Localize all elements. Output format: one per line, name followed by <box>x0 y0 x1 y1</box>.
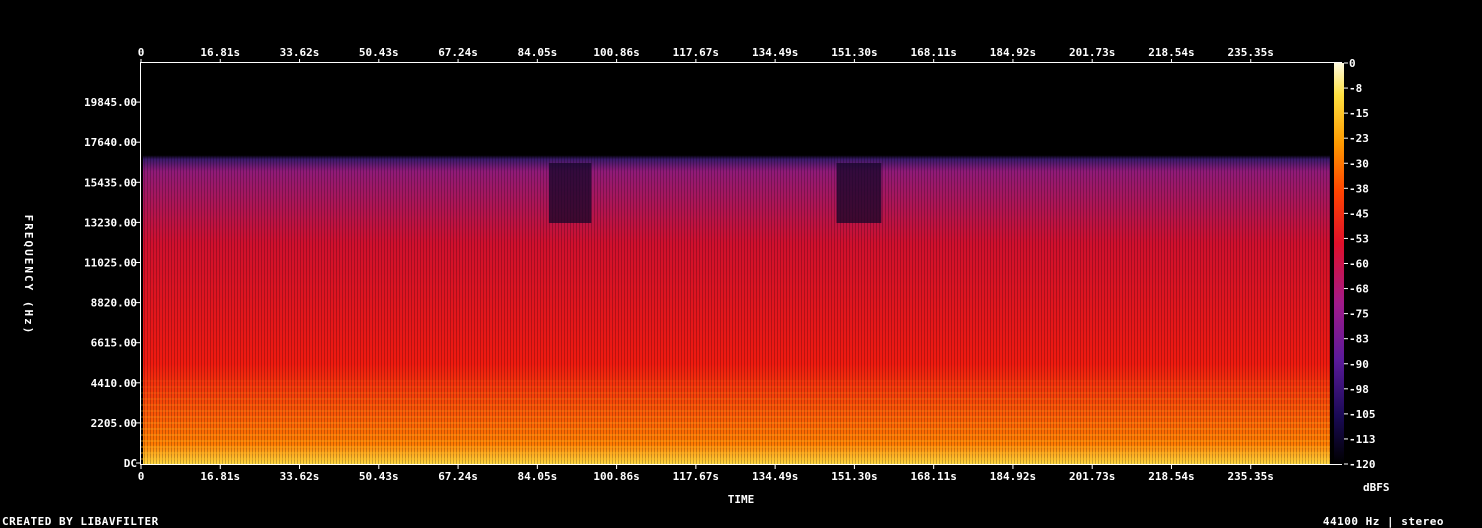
harmonic-band <box>141 416 1330 418</box>
colorbar-tick-label: -68 <box>1349 283 1369 296</box>
y-tick-label: DC <box>124 457 137 470</box>
y-tick-label: 2205.00 <box>91 417 137 430</box>
y-tick-label: 15435.00 <box>84 176 137 189</box>
colorbar-tick-label: -38 <box>1349 182 1369 195</box>
colorbar-tick-label: -90 <box>1349 358 1369 371</box>
colorbar-tick-label: -113 <box>1349 433 1376 446</box>
harmonic-band <box>141 422 1330 424</box>
x-tick-label-top: 168.11s <box>910 46 956 59</box>
quiet-segment <box>548 163 592 223</box>
harmonic-band <box>141 380 1330 382</box>
harmonic-band <box>141 434 1330 436</box>
footer-format: 44100 Hz | stereo <box>1322 515 1444 528</box>
harmonic-band <box>141 410 1330 412</box>
spectrogram-chart: 0 16.81s 33.62s 50.43s 67.24s 84.05s 100.86s 11… <box>22 46 1390 506</box>
y-tick-label: 17640.00 <box>84 136 137 149</box>
x-tick-label-bottom: 117.67s <box>673 470 719 483</box>
x-tick-label-bottom: 235.35s <box>1228 470 1274 483</box>
x-tick-label-top: 16.81s <box>200 46 240 59</box>
colorbar <box>1334 63 1344 464</box>
colorbar-tick-label: -75 <box>1349 308 1369 321</box>
quiet-segment <box>836 163 882 223</box>
x-axis-label: TIME <box>728 493 755 506</box>
colorbar-tick-label: -83 <box>1349 333 1369 346</box>
x-tick-label-top: 134.49s <box>752 46 798 59</box>
x-tick-label-bottom: 84.05s <box>517 470 557 483</box>
x-tick-label-bottom: 134.49s <box>752 470 798 483</box>
harmonic-band <box>141 386 1330 388</box>
y-tick-label: 8820.00 <box>91 297 137 310</box>
colorbar-tick-label: -120 <box>1349 458 1376 471</box>
y-axis-label: FREQUENCY (Hz) <box>22 215 35 336</box>
colorbar-tick-label: -45 <box>1349 207 1369 220</box>
x-tick-label-bottom: 0 <box>138 470 145 483</box>
x-tick-label-top: 0 <box>138 46 145 59</box>
colorbar-tick-label: -60 <box>1349 258 1369 271</box>
x-tick-label-bottom: 67.24s <box>438 470 478 483</box>
colorbar-tick-label: -98 <box>1349 383 1369 396</box>
y-tick-label: 11025.00 <box>84 257 137 270</box>
colorbar-tick-label: -23 <box>1349 132 1369 145</box>
colorbar-tick-label: -30 <box>1349 157 1369 170</box>
x-tick-label-top: 184.92s <box>990 46 1036 59</box>
y-tick-label: 13230.00 <box>84 216 137 229</box>
x-tick-label-top: 67.24s <box>438 46 478 59</box>
x-tick-label-top: 84.05s <box>517 46 557 59</box>
y-tick-label: 4410.00 <box>91 377 137 390</box>
x-tick-label-bottom: 201.73s <box>1069 470 1115 483</box>
harmonic-band <box>141 404 1330 406</box>
harmonic-band <box>141 440 1330 442</box>
harmonic-band <box>141 398 1330 400</box>
x-tick-label-top: 100.86s <box>593 46 639 59</box>
harmonic-band <box>141 392 1330 394</box>
x-tick-label-top: 33.62s <box>280 46 320 59</box>
x-tick-label-bottom: 100.86s <box>593 470 639 483</box>
harmonic-band <box>141 446 1330 448</box>
colorbar-tick-label: 0 <box>1349 57 1356 70</box>
colorbar-tick-label: -8 <box>1349 82 1362 95</box>
x-tick-label-bottom: 168.11s <box>910 470 956 483</box>
colorbar-tick-label: -53 <box>1349 232 1369 245</box>
harmonic-band <box>141 458 1330 460</box>
x-tick-label-bottom: 33.62s <box>280 470 320 483</box>
harmonic-band <box>141 452 1330 454</box>
y-tick-label: 6615.00 <box>91 337 137 350</box>
y-tick-label: 19845.00 <box>84 96 137 109</box>
x-tick-label-top: 151.30s <box>831 46 877 59</box>
x-tick-label-bottom: 151.30s <box>831 470 877 483</box>
harmonic-band <box>141 428 1330 430</box>
x-tick-label-bottom: 50.43s <box>359 470 399 483</box>
x-tick-label-top: 201.73s <box>1069 46 1115 59</box>
x-tick-label-bottom: 218.54s <box>1148 470 1194 483</box>
colorbar-tick-label: -15 <box>1349 107 1369 120</box>
x-tick-label-top: 235.35s <box>1228 46 1274 59</box>
x-tick-label-top: 117.67s <box>673 46 719 59</box>
colorbar-label: dBFS <box>1363 481 1390 494</box>
x-tick-label-top: 218.54s <box>1148 46 1194 59</box>
x-tick-label-bottom: 16.81s <box>200 470 240 483</box>
x-tick-label-bottom: 184.92s <box>990 470 1036 483</box>
colorbar-tick-label: -105 <box>1349 408 1376 421</box>
x-tick-label-top: 50.43s <box>359 46 399 59</box>
footer-credit: CREATED BY LIBAVFILTER <box>2 515 159 528</box>
